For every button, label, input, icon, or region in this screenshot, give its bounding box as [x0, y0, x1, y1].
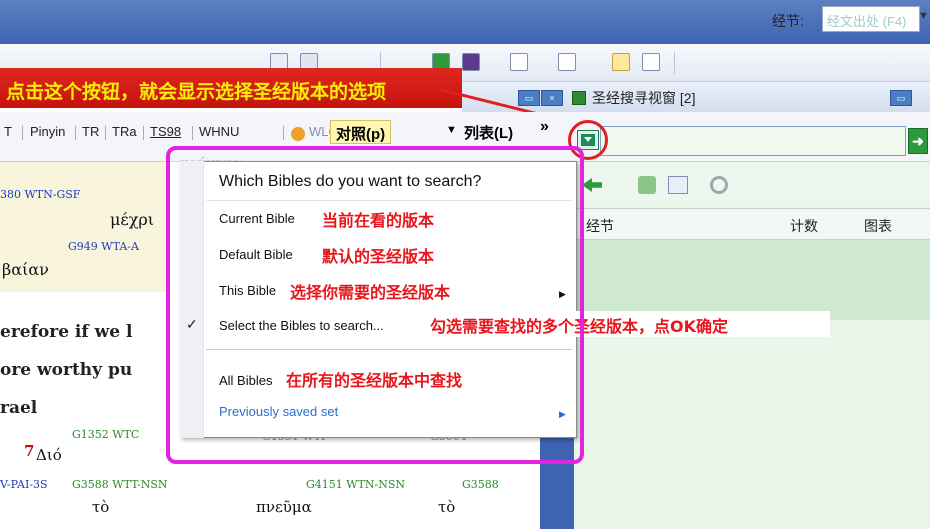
tab-tr[interactable]: TR [82, 124, 99, 139]
english-line: ore worthy pu [0, 360, 133, 380]
search-panel-title: 圣经搜寻视窗 [2] [592, 90, 696, 106]
results-body [574, 240, 930, 320]
strong-tag[interactable]: G4151 WTN-NSN [306, 478, 405, 491]
tree-icon[interactable] [638, 176, 656, 194]
tab-separator [22, 126, 23, 140]
column-header-count[interactable]: 计数 [790, 216, 818, 236]
verse-input[interactable]: 经文出处 (F4) [822, 6, 920, 32]
tab-separator [105, 126, 106, 140]
column-header-chart[interactable]: 图表 [864, 216, 892, 236]
greek-word: πνεῦμα [256, 498, 312, 516]
gear-icon[interactable] [710, 176, 728, 194]
tab-pinyin[interactable]: Pinyin [30, 124, 65, 139]
layout-icon[interactable] [510, 53, 528, 71]
tab-t[interactable]: T [4, 124, 12, 139]
column-header-verse[interactable]: 经节 [586, 216, 614, 236]
greek-word: Διό [36, 446, 62, 464]
search-go-button[interactable]: ➜ [908, 128, 928, 154]
strong-tag[interactable]: G3588 [462, 478, 499, 491]
greek-word: τὸ [92, 498, 110, 516]
results-toolbar [574, 168, 930, 202]
text-style-icon[interactable] [668, 176, 688, 194]
tab-separator [283, 126, 284, 140]
strong-tag[interactable]: G3588 WTT-NSN [72, 478, 168, 491]
strong-tag[interactable]: V-PAI-3S [0, 478, 48, 491]
tab-tra[interactable]: TRa [112, 124, 137, 139]
annotation-highlight-box [166, 146, 584, 464]
verse-label: 经节: [772, 13, 804, 29]
more-tabs-button[interactable]: » [540, 118, 549, 136]
greek-word: τὸ [438, 498, 456, 516]
sync-up-icon[interactable] [612, 53, 630, 71]
panel-restore-button[interactable]: ▭ [890, 90, 912, 106]
english-line: erefore if we l [0, 322, 133, 342]
greek-word: μέχρι [110, 210, 155, 229]
compare-dropdown-icon[interactable]: ▼ [446, 124, 457, 136]
strong-tag[interactable]: 380 WTN-GSF [0, 188, 80, 201]
tab-separator [75, 126, 76, 140]
tab-list[interactable]: 列表(L) [464, 122, 513, 143]
strong-tag[interactable]: G949 WTA-A [68, 240, 139, 253]
align-icon[interactable] [642, 53, 660, 71]
back-arrow-icon[interactable] [582, 178, 602, 192]
verse-number[interactable]: 7 [24, 442, 34, 460]
wlc-icon [291, 127, 305, 141]
search-input[interactable] [600, 126, 906, 156]
tab-ts98[interactable]: TS98 [150, 124, 181, 139]
tab-separator [192, 126, 193, 140]
greek-word: βαίαν [2, 260, 49, 279]
strong-tag[interactable]: G1352 WTC [72, 428, 139, 441]
verse-dropdown-icon[interactable]: ▼ [918, 10, 929, 22]
annotation-banner: 点击这个按钮，就会显示选择圣经版本的选项 [0, 68, 462, 108]
search-window-icon [572, 91, 586, 105]
english-line: rael [0, 398, 38, 418]
window-layout-icon[interactable] [558, 53, 576, 71]
book-purple-icon[interactable] [462, 53, 480, 71]
tab-separator [143, 126, 144, 140]
panel-restore-button[interactable]: ▭ [518, 90, 540, 106]
tab-compare[interactable]: 对照(p) [330, 120, 392, 144]
tab-whnu[interactable]: WHNU [199, 124, 239, 139]
toolbar-separator [674, 52, 675, 74]
panel-close-button[interactable]: × [541, 90, 563, 106]
